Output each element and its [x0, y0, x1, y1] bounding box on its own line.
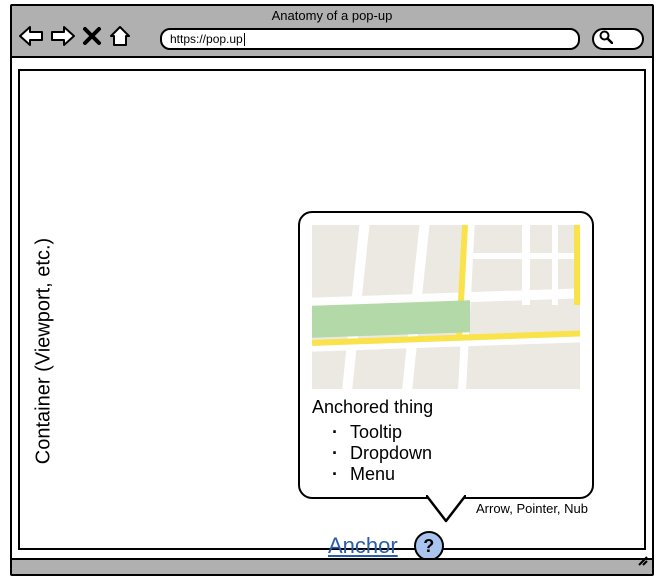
resize-grip-icon[interactable]	[637, 554, 649, 572]
container-label: Container (Viewport, etc.)	[33, 238, 56, 464]
pointer-label: Arrow, Pointer, Nub	[476, 501, 588, 516]
close-icon[interactable]	[82, 26, 102, 46]
anchor-row: Anchor ?	[328, 531, 444, 561]
viewport: Container (Viewport, etc.) Anchored thin…	[18, 69, 646, 550]
back-icon[interactable]	[18, 24, 44, 48]
anchor-link[interactable]: Anchor	[328, 533, 398, 559]
titlebar: Anatomy of a pop-up https://pop.up	[12, 6, 652, 58]
nav-controls	[18, 24, 132, 48]
url-input[interactable]: https://pop.up	[160, 28, 580, 50]
browser-window: Anatomy of a pop-up https://pop.up	[10, 4, 654, 576]
url-text: https://pop.up	[170, 30, 243, 48]
search-pill[interactable]	[592, 28, 644, 50]
text-cursor	[244, 33, 246, 46]
list-item: Tooltip	[332, 422, 580, 443]
popup: Anchored thing Tooltip Dropdown Menu	[298, 211, 594, 499]
popup-heading: Anchored thing	[312, 397, 580, 418]
window-title: Anatomy of a pop-up	[12, 6, 652, 23]
map-illustration	[312, 225, 580, 389]
popup-list: Tooltip Dropdown Menu	[332, 422, 580, 485]
list-item: Menu	[332, 464, 580, 485]
list-item: Dropdown	[332, 443, 580, 464]
forward-icon[interactable]	[50, 24, 76, 48]
help-icon[interactable]: ?	[414, 531, 444, 561]
search-icon	[599, 30, 613, 49]
home-icon[interactable]	[108, 24, 132, 48]
status-bar	[12, 558, 652, 574]
popup-pointer	[426, 495, 466, 525]
